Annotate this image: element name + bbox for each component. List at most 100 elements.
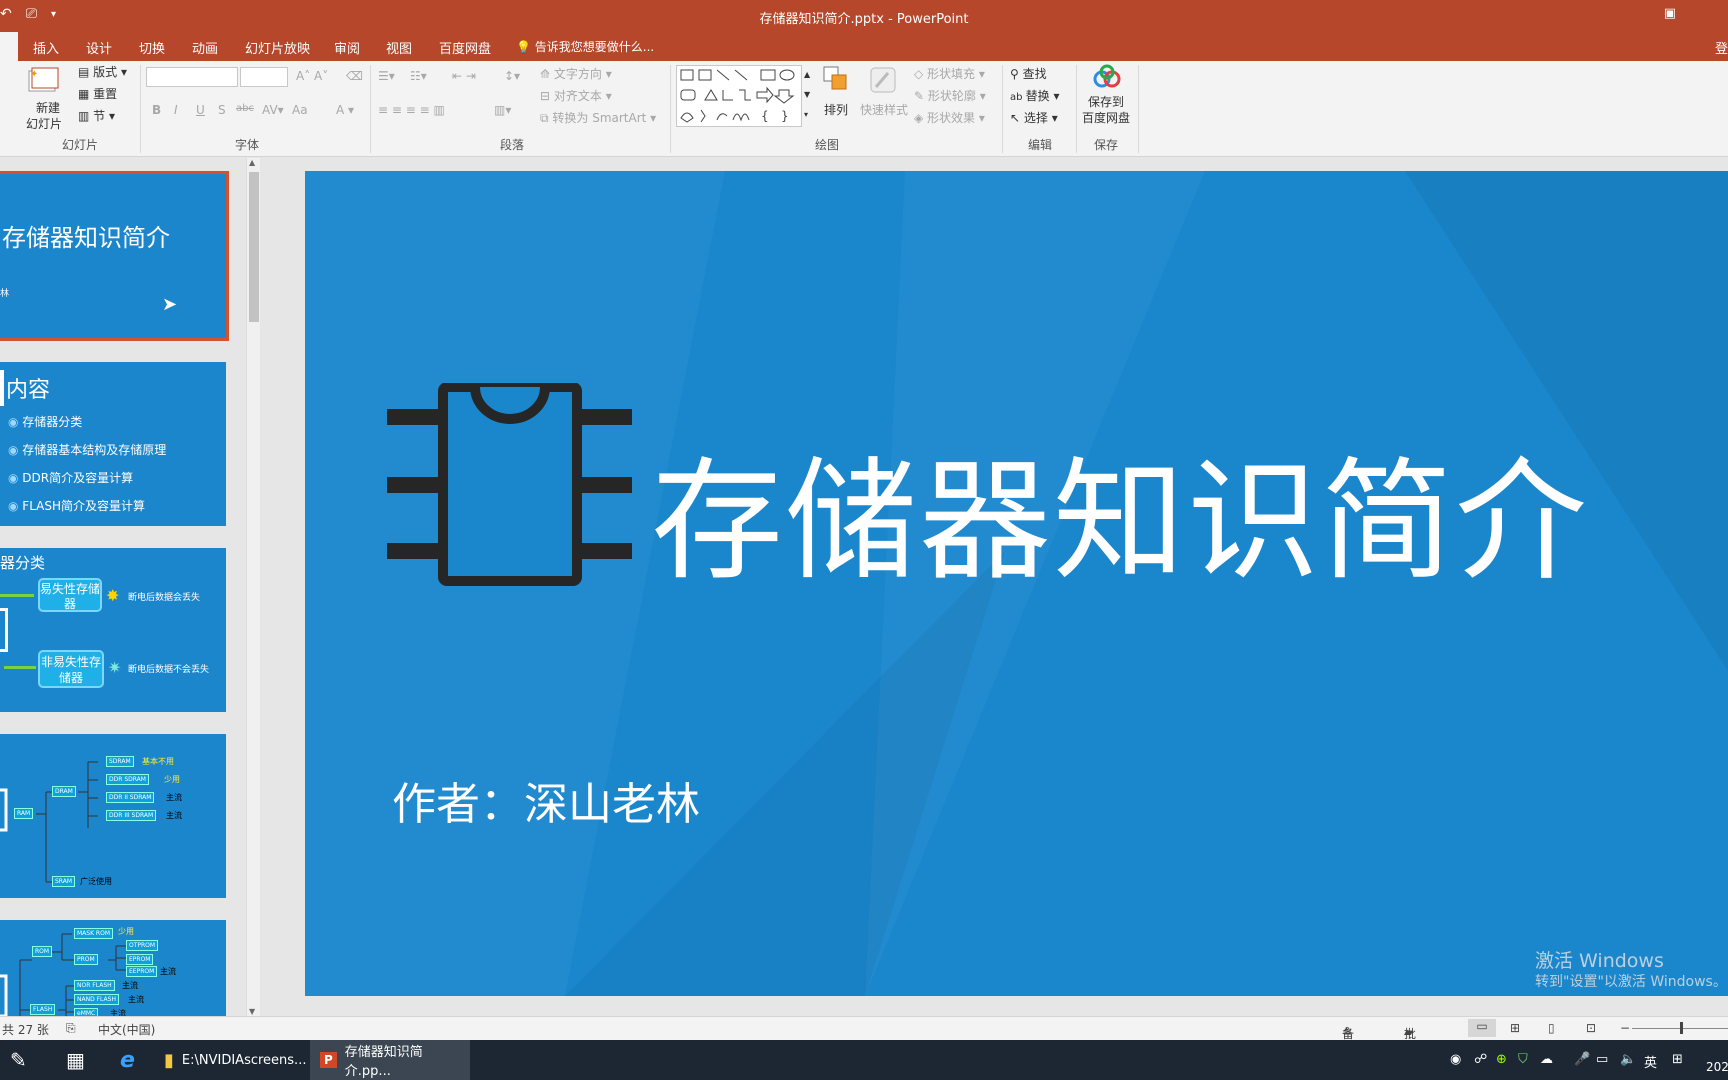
thumb3-volatile-box: 易失性存储器 [38, 578, 102, 612]
bold-button[interactable]: B [152, 103, 161, 117]
ribbon-display-options-icon[interactable]: ▣ [1664, 6, 1676, 21]
taskbar-explorer[interactable]: ▮ E:\NVIDIAscreens... [154, 1040, 316, 1080]
tray-volume-icon[interactable]: 🔈 [1620, 1052, 1636, 1067]
grow-font-icon[interactable]: A˄ A˅ [296, 69, 328, 83]
font-name-combo[interactable] [146, 67, 238, 87]
shape-outline-button[interactable]: ✎ 形状轮廓 ▾ [914, 87, 986, 104]
select-button[interactable]: ↖ 选择 ▾ [1010, 109, 1058, 126]
slide-editor-canvas[interactable]: 存储器知识简介 作者：深山老林 [305, 171, 1728, 996]
tray-keyboard-icon[interactable]: ⊞ [1672, 1052, 1683, 1067]
language-indicator[interactable]: 中文(中国) [98, 1021, 155, 1038]
app-icon: ✎ [10, 1048, 27, 1072]
spell-check-icon[interactable]: ⎘ [66, 1021, 76, 1036]
normal-view-icon[interactable]: ▭ [1468, 1019, 1496, 1037]
scroll-up-icon[interactable]: ▲ [249, 158, 255, 167]
columns-icon[interactable]: ▥▾ [494, 103, 511, 117]
taskbar-app-icon[interactable]: ✎ [0, 1040, 37, 1080]
reset-button[interactable]: ▦ 重置 [78, 85, 117, 102]
char-spacing-icon[interactable]: AV▾ [262, 103, 284, 117]
replace-button[interactable]: ab 替换 ▾ [1010, 87, 1060, 104]
title-bar: ↶ ⎚ ▾ 存储器知识简介.pptx - PowerPoint ▣ [0, 0, 1728, 32]
zoom-out-icon[interactable]: − [1620, 1021, 1630, 1035]
strikethrough-button[interactable]: abc [236, 103, 254, 114]
slideshow-view-icon[interactable]: ⊡ [1586, 1021, 1596, 1035]
tray-network-icon[interactable]: ☍ [1474, 1052, 1487, 1067]
tab-animations[interactable]: 动画 [192, 38, 218, 57]
reading-view-icon[interactable]: ▯ [1548, 1021, 1555, 1035]
thumb3-nonvolatile-box: 非易失性存储器 [38, 650, 104, 688]
align-left-icon[interactable]: ≡ ≡ ≡ ≡ ▥ [378, 103, 445, 117]
new-slide-label2[interactable]: 幻灯片 [26, 115, 62, 132]
clear-format-icon[interactable]: ⌫ [346, 69, 363, 83]
tab-insert[interactable]: 插入 [33, 38, 59, 57]
slide-sorter-icon[interactable]: ⊞ [1510, 1021, 1520, 1035]
quick-styles-button[interactable]: 快速样式 [860, 101, 908, 118]
quick-styles-icon[interactable] [868, 65, 898, 98]
thumb2-icon-fragment [0, 370, 4, 406]
tray-mic-icon[interactable]: 🎤 [1574, 1052, 1590, 1067]
align-text-button[interactable]: ⊟ 对齐文本 ▾ [540, 87, 612, 104]
bullets-icon[interactable]: ☰▾ [378, 69, 395, 83]
convert-smartart-button[interactable]: ⧉ 转换为 SmartArt ▾ [540, 109, 656, 126]
shape-fill-button[interactable]: ◇ 形状填充 ▾ [914, 65, 985, 82]
zoom-slider-thumb[interactable] [1680, 1022, 1683, 1034]
font-size-combo[interactable] [240, 67, 288, 87]
underline-button[interactable]: U [196, 103, 205, 117]
tray-baidu-icon[interactable]: ☁ [1540, 1052, 1553, 1067]
shadow-button[interactable]: S [218, 103, 226, 117]
slide-thumbnail-5[interactable]: ROM MASK ROM 少用 PROM OTPROM EPROM EEPROM… [0, 920, 226, 1016]
shape-effects-button[interactable]: ◈ 形状效果 ▾ [914, 109, 985, 126]
tab-home[interactable] [0, 32, 18, 61]
tell-me-search[interactable]: 💡 告诉我您想要做什么... [516, 38, 654, 55]
calculator-icon[interactable]: ▦ [56, 1040, 95, 1080]
taskbar-powerpoint[interactable]: P 存储器知识简介.pp... [310, 1040, 470, 1080]
numbering-icon[interactable]: ☷▾ [410, 69, 427, 83]
baidu-cloud-icon[interactable] [1092, 63, 1122, 94]
scroll-down-icon[interactable]: ▼ [249, 1007, 255, 1016]
section-icon: ▥ [78, 109, 94, 123]
save-baidu-label2[interactable]: 百度网盘 [1082, 109, 1130, 126]
tray-chrome-icon[interactable]: ◉ [1450, 1052, 1461, 1067]
section-button[interactable]: ▥ 节 ▾ [78, 107, 115, 124]
thumbnail-scrollbar[interactable]: ▲ ▼ [246, 158, 260, 1016]
italic-button[interactable]: I [174, 103, 178, 117]
text-direction-icon: ⟰ [540, 67, 554, 81]
tab-design[interactable]: 设计 [86, 38, 112, 57]
find-button[interactable]: ⚲ 查找 [1010, 65, 1047, 82]
arrange-icon[interactable] [822, 65, 850, 96]
layout-button[interactable]: ▤ 版式 ▾ [78, 63, 127, 80]
tab-slideshow[interactable]: 幻灯片放映 [245, 38, 310, 57]
new-slide-label1[interactable]: 新建 [36, 99, 60, 116]
tab-view[interactable]: 视图 [386, 38, 412, 57]
change-case-button[interactable]: Aa [292, 103, 308, 117]
line-spacing-icon[interactable]: ↕▾ [504, 69, 520, 83]
sign-in-link[interactable]: 登 [1715, 38, 1728, 57]
tab-transitions[interactable]: 切换 [139, 38, 165, 57]
tray-clock[interactable]: 202 [1706, 1060, 1728, 1074]
thumb5-note-nand: 主流 [128, 995, 144, 1004]
tray-shield-icon[interactable]: ⛉ [1518, 1052, 1528, 1067]
tray-ime-indicator[interactable]: 英 [1644, 1052, 1657, 1071]
slide-thumbnail-pane: 存储器知识简介 林 ➤ 内容 ◉ 存储器分类 ◉ 存储器基本结构及存储原理 ◉ … [0, 158, 244, 1016]
thumb5-note-mask: 少用 [118, 927, 134, 936]
ie-icon[interactable]: e [110, 1040, 145, 1080]
font-color-icon[interactable]: A ▾ [336, 103, 354, 117]
slide-thumbnail-1[interactable]: 存储器知识简介 林 ➤ [0, 171, 229, 341]
tab-review[interactable]: 审阅 [334, 38, 360, 57]
slide-thumbnail-3[interactable]: 器分类 易失性存储器 非易失性存储器 ✸ 断电后数据会丢失 ✷ 断电后数据不会丢… [0, 548, 226, 712]
arrange-button[interactable]: 排列 [824, 101, 848, 118]
shapes-gallery[interactable]: { } [676, 65, 802, 127]
slide-title[interactable]: 存储器知识简介 [651, 415, 1589, 606]
slide-thumbnail-2[interactable]: 内容 ◉ 存储器分类 ◉ 存储器基本结构及存储原理 ◉ DDR简介及容量计算 ◉… [0, 362, 226, 526]
slide-author[interactable]: 作者：深山老林 [392, 768, 700, 832]
new-slide-icon[interactable]: ✦ [26, 65, 66, 95]
text-direction-button[interactable]: ⟰ 文字方向 ▾ [540, 65, 612, 82]
tab-baidu-netdisk[interactable]: 百度网盘 [439, 38, 491, 57]
gallery-scroll-icon[interactable]: ▲ ▼ ▾ [804, 65, 810, 125]
scrollbar-thumb[interactable] [249, 172, 259, 322]
tray-plus-icon[interactable]: ⊕ [1496, 1052, 1507, 1067]
indent-icons[interactable]: ⇤ ⇥ [452, 69, 476, 83]
tray-network-status-icon[interactable]: ▭ [1596, 1052, 1608, 1067]
slide-thumbnail-4[interactable]: RAM DRAM SRAM 广泛使用 SDRAM 基本不用 DDR SDRAM … [0, 734, 226, 898]
save-baidu-label1[interactable]: 保存到 [1088, 93, 1124, 110]
